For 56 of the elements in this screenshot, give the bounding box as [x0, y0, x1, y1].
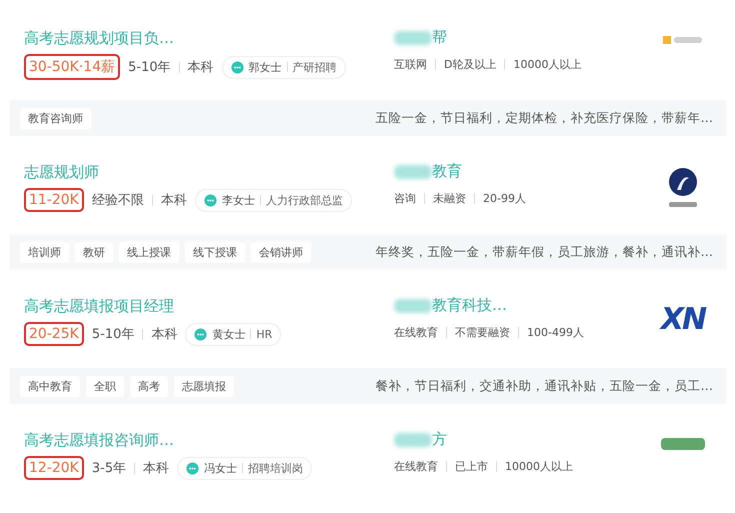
- company-tag: 已上市: [455, 459, 488, 474]
- benefits-text: 年终奖，五险一金，带薪年假，员工旅游，餐补，通讯补…: [376, 244, 713, 260]
- salary: 20-25K: [24, 322, 84, 346]
- skill-tag: 全职: [86, 376, 124, 396]
- recruiter-chip[interactable]: 黄女士 HR: [185, 322, 282, 346]
- recruiter-chip[interactable]: 郭女士 产研招聘: [222, 56, 346, 78]
- skill-tag: 培训师: [20, 242, 69, 262]
- company-name[interactable]: 方: [432, 430, 447, 449]
- company-tag: D轮及以上: [444, 57, 496, 72]
- recruiter-chip[interactable]: 李女士 人力行政部总监: [194, 188, 352, 212]
- salary: 30-50K·14薪: [24, 54, 120, 80]
- experience-text: 5-10年: [128, 59, 171, 76]
- job-title[interactable]: 高考志愿填报咨询师…: [24, 430, 384, 450]
- education-text: 本科: [188, 59, 214, 76]
- chat-icon: [194, 328, 208, 340]
- skill-tag: 教育咨询师: [20, 108, 91, 128]
- company-tag: 20-99人: [483, 191, 526, 206]
- experience-text: 经验不限: [92, 192, 144, 209]
- skill-tag: 高考: [130, 376, 168, 396]
- salary: 11-20K: [24, 188, 84, 212]
- company-tag: 10000人以上: [505, 459, 573, 474]
- company-tag: 10000人以上: [513, 57, 582, 72]
- logo: XN: [660, 302, 706, 337]
- company-tag: 不需要融资: [455, 325, 510, 340]
- experience-text: 3-5年: [92, 460, 126, 477]
- skill-tag: 线下授课: [185, 242, 245, 262]
- job-title[interactable]: 志愿规划师: [24, 162, 384, 182]
- education-text: 本科: [143, 460, 170, 477]
- benefits-text: 五险一金，节日福利，定期体检，补充医疗保险，带薪年…: [376, 110, 713, 126]
- chat-icon: [230, 60, 244, 74]
- skill-tag: 教研: [75, 242, 113, 262]
- skill-tag: 线上授课: [119, 242, 179, 262]
- company-tag: 在线教育: [394, 325, 438, 340]
- experience-text: 5-10年: [92, 326, 134, 343]
- company-name[interactable]: 帮: [432, 28, 447, 47]
- company-tag: 咨询: [394, 191, 416, 206]
- job-title[interactable]: 高考志愿填报项目经理: [24, 296, 384, 316]
- chat-icon: [186, 462, 200, 474]
- skill-tag: 会销讲师: [251, 242, 311, 262]
- benefits-text: 餐补，节日福利，交通补助，通讯补贴，五险一金，员工…: [376, 378, 713, 394]
- logo-icon: [663, 34, 703, 46]
- education-text: 本科: [151, 326, 178, 343]
- company-name[interactable]: 教育科技…: [432, 296, 507, 315]
- salary: 12-20K: [24, 456, 84, 480]
- company-tag: 在线教育: [394, 459, 438, 474]
- company-tag: 未融资: [433, 191, 466, 206]
- job-title[interactable]: 高考志愿规划项目负…: [24, 28, 384, 48]
- skill-tag: 高中教育: [20, 376, 80, 396]
- recruiter-chip[interactable]: 冯女士 招聘培训岗: [177, 456, 312, 480]
- company-name[interactable]: 教育: [432, 162, 462, 181]
- skill-tag: 志愿填报: [174, 376, 234, 396]
- education-text: 本科: [160, 192, 187, 209]
- company-tag: 互联网: [394, 57, 427, 72]
- company-tag: 100-499人: [527, 325, 584, 340]
- chat-icon: [204, 194, 217, 206]
- logo-icon: [661, 436, 705, 452]
